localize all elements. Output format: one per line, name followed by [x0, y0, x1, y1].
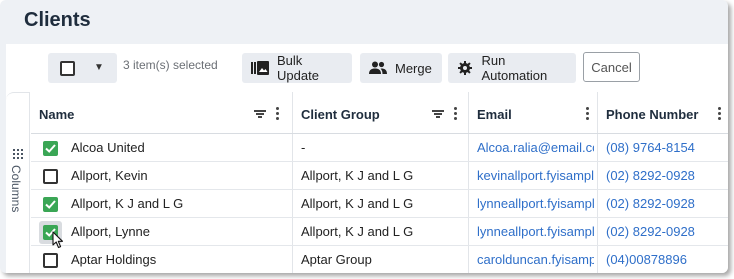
table-row[interactable]: Alcoa United - Alcoa.ralia@email.com (08… — [31, 134, 728, 162]
clients-panel: ▼ 3 item(s) selected Bulk Update Merge R… — [6, 44, 728, 273]
run-automation-button[interactable]: Run Automation — [448, 53, 576, 83]
app-window: Clients ▼ 3 item(s) selected Bulk Update… — [0, 0, 728, 273]
client-group: Allport, K J and L G — [301, 196, 414, 211]
column-menu-icon[interactable] — [453, 107, 457, 120]
gear-icon — [457, 60, 473, 76]
table-row[interactable]: Allport, Kevin Allport, K J and L G kevi… — [31, 162, 728, 190]
client-group: Allport, K J and L G — [301, 168, 414, 183]
columns-grid-icon — [13, 149, 23, 159]
column-header-phone[interactable]: Phone Number — [598, 92, 728, 134]
column-header-client-group[interactable]: Client Group — [293, 92, 468, 134]
row-checkbox[interactable] — [43, 169, 58, 184]
client-phone-link[interactable]: (02) 8292-0928 — [606, 190, 726, 218]
run-automation-label: Run Automation — [481, 53, 548, 83]
column-header-email[interactable]: Email — [469, 92, 597, 134]
client-email-link[interactable]: kevinallport.fyisample — [477, 162, 594, 190]
client-name: Alcoa United — [71, 140, 145, 155]
filter-icon[interactable] — [254, 110, 266, 118]
client-phone-link[interactable]: (02) 8292-0928 — [606, 218, 726, 246]
columns-side-tab[interactable]: Columns — [6, 92, 30, 273]
column-header-label: Client Group — [301, 107, 380, 122]
column-menu-icon[interactable] — [585, 107, 589, 120]
people-icon — [369, 60, 387, 76]
client-phone-link[interactable]: (08) 9764-8154 — [606, 134, 726, 162]
client-phone-link[interactable]: (02) 8292-0928 — [606, 162, 726, 190]
clients-table: Name Client Group Email Phone Number Alc… — [31, 92, 728, 273]
table-row[interactable]: Aptar Holdings Aptar Group carolduncan.f… — [31, 246, 728, 273]
table-row[interactable]: Allport, Lynne Allport, K J and L G lynn… — [31, 218, 728, 249]
page-title: Clients — [24, 9, 91, 31]
client-email-link[interactable]: lynneallport.fyisample — [477, 218, 594, 246]
selected-count: 3 item(s) selected — [123, 58, 218, 72]
select-all-dropdown[interactable]: ▼ — [48, 53, 117, 83]
table-row[interactable]: Allport, K J and L G Allport, K J and L … — [31, 190, 728, 218]
client-group: Aptar Group — [301, 252, 372, 267]
client-name: Allport, Kevin — [71, 168, 148, 183]
cancel-button[interactable]: Cancel — [583, 52, 640, 82]
columns-label: Columns — [9, 165, 23, 213]
client-name: Aptar Holdings — [71, 252, 157, 267]
client-email-link[interactable]: lynneallport.fyisample — [477, 190, 594, 218]
column-header-label: Phone Number — [606, 107, 699, 122]
client-group: Allport, K J and L G — [301, 224, 414, 239]
column-header-label: Email — [477, 107, 512, 122]
client-phone-link[interactable]: (04)00878896 — [606, 246, 726, 273]
client-group: - — [301, 140, 306, 155]
column-menu-icon[interactable] — [275, 107, 279, 120]
merge-button[interactable]: Merge — [360, 53, 442, 83]
row-checkbox-checked[interactable] — [43, 141, 58, 156]
row-checkbox[interactable] — [43, 253, 58, 268]
column-header-label: Name — [39, 107, 75, 122]
row-checkbox-checked[interactable] — [43, 197, 58, 212]
client-email-link[interactable]: carolduncan.fyisample — [477, 246, 594, 273]
bulk-update-button[interactable]: Bulk Update — [242, 53, 352, 83]
bulk-update-icon — [251, 60, 269, 76]
table-header: Name Client Group Email Phone Number — [31, 92, 728, 134]
select-all-checkbox[interactable] — [60, 61, 75, 76]
bulk-update-label: Bulk Update — [277, 53, 319, 83]
filter-icon[interactable] — [432, 110, 444, 118]
column-header-name[interactable]: Name — [31, 92, 292, 134]
client-name: Allport, K J and L G — [71, 196, 184, 211]
client-email-link[interactable]: Alcoa.ralia@email.com — [477, 134, 594, 162]
client-name: Allport, Lynne — [71, 224, 151, 239]
column-menu-icon[interactable] — [717, 107, 721, 120]
merge-label: Merge — [395, 60, 432, 76]
caret-down-icon[interactable]: ▼ — [94, 62, 104, 73]
